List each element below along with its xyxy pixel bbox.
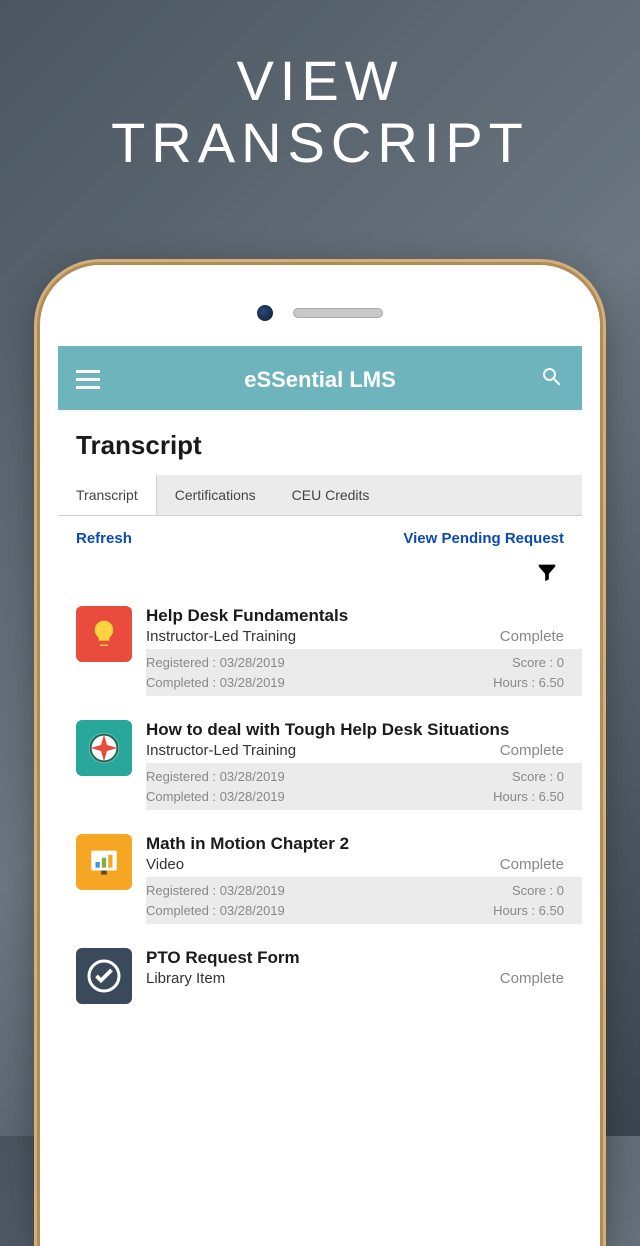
app-header: eSSential LMS: [58, 346, 582, 410]
course-hours: Hours : 6.50: [493, 901, 564, 921]
chart-icon: [76, 834, 132, 890]
promo-title: VIEW TRANSCRIPT: [0, 0, 640, 173]
course-type: Library Item: [146, 970, 225, 987]
filter-row: [58, 561, 582, 596]
speaker-grill: [293, 308, 383, 318]
phone-screen: eSSential LMS Transcript Transcript Cert…: [58, 346, 582, 1246]
promo-line2: TRANSCRIPT: [0, 112, 640, 174]
compass-icon: [76, 720, 132, 776]
registered-date: Registered : 03/28/2019: [146, 767, 285, 787]
promo-line1: VIEW: [0, 50, 640, 112]
course-type: Instructor-Led Training: [146, 628, 296, 645]
page-title: Transcript: [58, 410, 582, 475]
course-meta: Registered : 03/28/2019 Score : 0 Complet…: [146, 763, 582, 810]
phone-hardware: [40, 290, 600, 346]
bulb-icon: [76, 606, 132, 662]
check-icon: [76, 948, 132, 1004]
course-title: PTO Request Form: [146, 948, 564, 968]
filter-icon[interactable]: [536, 561, 558, 588]
course-score: Score : 0: [512, 767, 564, 787]
camera-dot: [257, 305, 273, 321]
tab-ceu-credits[interactable]: CEU Credits: [274, 475, 388, 515]
completed-date: Completed : 03/28/2019: [146, 901, 285, 921]
course-item[interactable]: How to deal with Tough Help Desk Situati…: [58, 710, 582, 810]
registered-date: Registered : 03/28/2019: [146, 653, 285, 673]
course-meta: Registered : 03/28/2019 Score : 0 Complet…: [146, 877, 582, 924]
course-title: Help Desk Fundamentals: [146, 606, 564, 626]
completed-date: Completed : 03/28/2019: [146, 787, 285, 807]
course-title: Math in Motion Chapter 2: [146, 834, 564, 854]
phone-frame: eSSential LMS Transcript Transcript Cert…: [40, 265, 600, 1246]
course-status: Complete: [500, 970, 564, 987]
course-type: Instructor-Led Training: [146, 742, 296, 759]
view-pending-link[interactable]: View Pending Request: [403, 530, 564, 547]
course-title: How to deal with Tough Help Desk Situati…: [146, 720, 564, 740]
course-hours: Hours : 6.50: [493, 787, 564, 807]
tab-certifications[interactable]: Certifications: [157, 475, 274, 515]
search-icon[interactable]: [540, 365, 564, 394]
course-list: Help Desk Fundamentals Instructor-Led Tr…: [58, 596, 582, 1018]
course-hours: Hours : 6.50: [493, 673, 564, 693]
course-type: Video: [146, 856, 184, 873]
course-item[interactable]: Help Desk Fundamentals Instructor-Led Tr…: [58, 596, 582, 696]
course-score: Score : 0: [512, 653, 564, 673]
hamburger-menu-icon[interactable]: [76, 370, 100, 389]
action-row: Refresh View Pending Request: [58, 516, 582, 561]
course-meta: Registered : 03/28/2019 Score : 0 Complet…: [146, 649, 582, 696]
tab-transcript[interactable]: Transcript: [58, 475, 157, 515]
course-item[interactable]: PTO Request Form Library Item Complete: [58, 938, 582, 1004]
completed-date: Completed : 03/28/2019: [146, 673, 285, 693]
course-item[interactable]: Math in Motion Chapter 2 Video Complete …: [58, 824, 582, 924]
tab-bar: Transcript Certifications CEU Credits: [58, 475, 582, 516]
app-title: eSSential LMS: [244, 367, 396, 393]
course-status: Complete: [500, 856, 564, 873]
course-status: Complete: [500, 742, 564, 759]
refresh-link[interactable]: Refresh: [76, 530, 132, 547]
registered-date: Registered : 03/28/2019: [146, 881, 285, 901]
course-status: Complete: [500, 628, 564, 645]
course-score: Score : 0: [512, 881, 564, 901]
